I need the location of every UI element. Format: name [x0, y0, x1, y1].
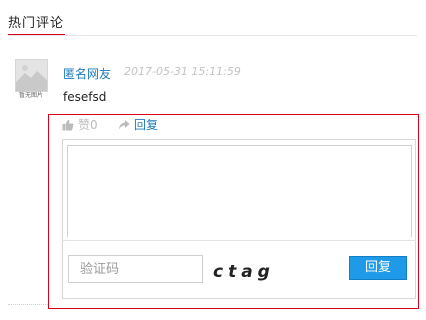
captcha-input[interactable]: [68, 255, 203, 283]
captcha-image[interactable]: ctag: [213, 262, 275, 282]
reply-form-divider: [62, 240, 416, 241]
comment-timestamp: 2017-05-31 15:11:59: [124, 65, 241, 78]
avatar-caption: 暂无图片: [18, 92, 43, 99]
title-divider: [8, 35, 417, 36]
comment-author-link[interactable]: 匿名网友: [63, 65, 111, 82]
section-title: 热门评论: [8, 16, 65, 31]
comment-body: fesefsd: [63, 90, 107, 104]
submit-reply-button[interactable]: 回复: [349, 256, 407, 280]
image-placeholder-icon: [16, 60, 47, 91]
avatar: [15, 59, 48, 92]
comment-divider: [8, 304, 48, 305]
reply-textarea[interactable]: [67, 145, 412, 237]
